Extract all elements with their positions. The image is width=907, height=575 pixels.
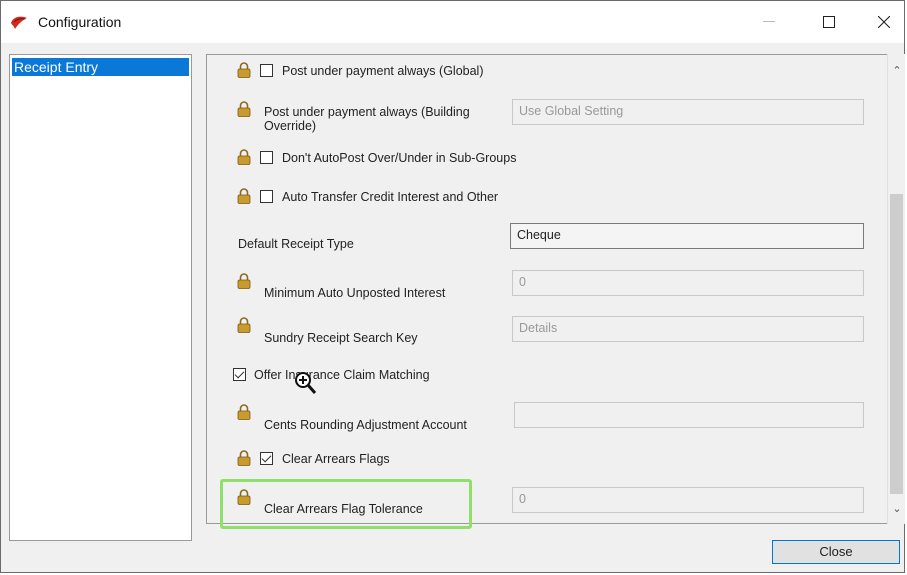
auto-transfer-label: Auto Transfer Credit Interest and Other bbox=[282, 190, 499, 204]
lock-icon bbox=[237, 317, 251, 333]
close-button[interactable]: Close bbox=[772, 540, 900, 564]
scroll-up-arrow-icon[interactable]: ⌃ bbox=[890, 64, 904, 78]
dont-autopost-checkbox[interactable] bbox=[260, 151, 273, 164]
maximize-button[interactable] bbox=[806, 1, 852, 43]
app-logo-icon bbox=[11, 16, 27, 29]
close-window-button[interactable] bbox=[861, 1, 907, 43]
post-under-payment-global-label: Post under payment always (Global) bbox=[282, 64, 484, 78]
lock-icon bbox=[237, 489, 251, 505]
configuration-window: Configuration Receipt Entry ⌃ ⌄ Post und… bbox=[0, 0, 905, 573]
sundry-search-key-select[interactable]: Details bbox=[512, 316, 864, 342]
clear-arrears-tolerance-label: Clear Arrears Flag Tolerance bbox=[264, 502, 423, 516]
category-list: Receipt Entry bbox=[9, 54, 192, 541]
lock-icon bbox=[237, 273, 251, 289]
default-receipt-type-label: Default Receipt Type bbox=[238, 237, 354, 251]
lock-icon bbox=[237, 149, 251, 165]
lock-icon bbox=[237, 62, 251, 78]
post-under-payment-building-label-line1: Post under payment always (Building bbox=[264, 105, 470, 119]
lock-icon bbox=[237, 188, 251, 204]
min-auto-unposted-label: Minimum Auto Unposted Interest bbox=[264, 286, 446, 300]
offer-insurance-checkbox[interactable] bbox=[233, 368, 246, 381]
cents-rounding-label: Cents Rounding Adjustment Account bbox=[264, 418, 467, 432]
sundry-search-key-label: Sundry Receipt Search Key bbox=[264, 331, 418, 345]
minimize-button[interactable] bbox=[746, 1, 792, 43]
min-auto-unposted-input[interactable]: 0 bbox=[512, 270, 864, 296]
category-item-receipt-entry[interactable]: Receipt Entry bbox=[12, 58, 189, 76]
auto-transfer-checkbox[interactable] bbox=[260, 190, 273, 203]
vertical-scrollbar[interactable]: ⌃ ⌄ bbox=[887, 54, 905, 524]
dont-autopost-label: Don't AutoPost Over/Under in Sub-Groups bbox=[282, 151, 517, 165]
lock-icon bbox=[237, 101, 251, 117]
scroll-down-arrow-icon[interactable]: ⌄ bbox=[890, 502, 904, 516]
zoom-cursor-icon bbox=[295, 372, 317, 394]
title-bar: Configuration bbox=[1, 1, 904, 43]
clear-arrears-flags-checkbox[interactable] bbox=[260, 452, 273, 465]
cents-rounding-input[interactable] bbox=[514, 402, 864, 428]
close-icon bbox=[878, 16, 890, 28]
lock-icon bbox=[237, 404, 251, 420]
clear-arrears-flags-label: Clear Arrears Flags bbox=[282, 452, 390, 466]
clear-arrears-tolerance-input[interactable]: 0 bbox=[512, 487, 864, 513]
default-receipt-type-select[interactable]: Cheque bbox=[510, 223, 864, 249]
lock-icon bbox=[237, 450, 251, 466]
minimize-icon bbox=[763, 21, 775, 22]
window-title: Configuration bbox=[38, 14, 122, 30]
post-under-payment-global-checkbox[interactable] bbox=[260, 64, 273, 77]
scroll-thumb[interactable] bbox=[890, 194, 903, 494]
post-under-payment-building-select[interactable]: Use Global Setting bbox=[512, 99, 864, 125]
post-under-payment-building-label-line2: Override) bbox=[264, 119, 317, 133]
offer-insurance-label: Offer Insurance Claim Matching bbox=[254, 368, 430, 382]
maximize-icon bbox=[823, 16, 835, 28]
